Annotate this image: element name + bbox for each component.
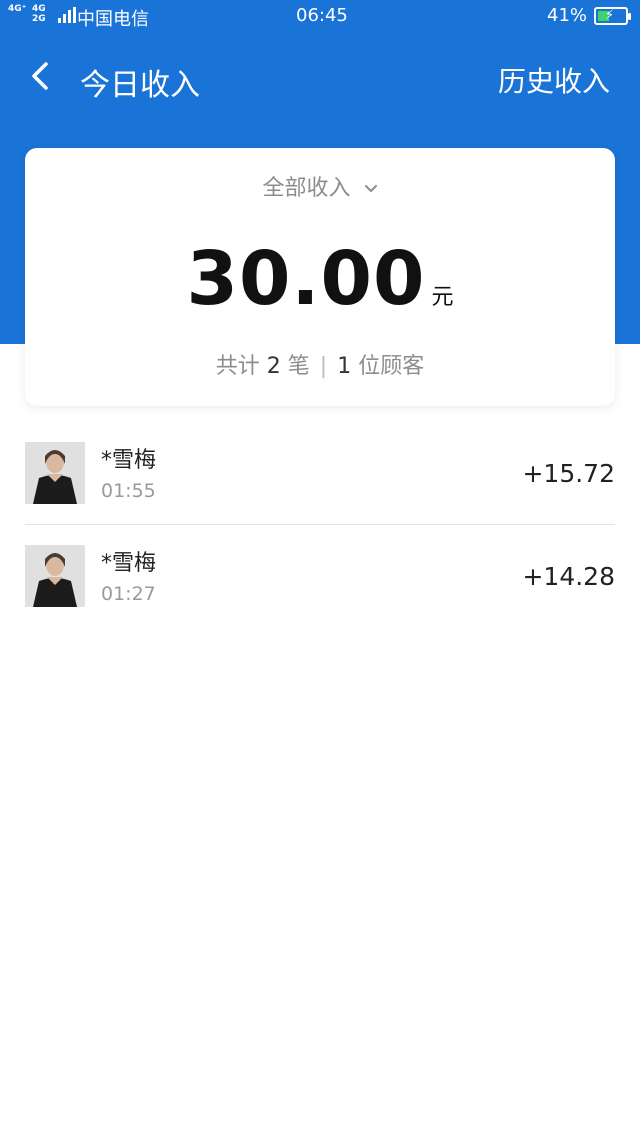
page-title: 今日收入 xyxy=(80,68,200,103)
network-type-4g-plus: 4G⁺ xyxy=(8,4,27,14)
transaction-amount: +15.72 xyxy=(522,459,615,488)
status-bar: 4G⁺ 4G 2G 中国电信 06:45 41% ⚡ xyxy=(0,0,640,32)
transaction-amount: +14.28 xyxy=(522,562,615,591)
total-amount: 30.00 元 xyxy=(25,236,615,322)
filter-label: 全部收入 xyxy=(262,176,351,201)
customer-count: 1 xyxy=(337,354,352,379)
back-button[interactable] xyxy=(24,58,60,94)
transaction-count: 2 xyxy=(266,354,281,379)
carrier-name: 中国电信 xyxy=(77,9,149,30)
customer-avatar xyxy=(25,545,85,607)
transaction-time: 01:55 xyxy=(101,480,156,502)
battery-icon: ⚡ xyxy=(594,7,631,25)
customer-name: *雪梅 xyxy=(101,551,157,576)
stats-prefix: 共计 xyxy=(215,354,260,379)
chevron-down-icon xyxy=(364,185,377,192)
status-time: 06:45 xyxy=(296,5,348,26)
battery-percent: 41% xyxy=(547,5,588,26)
charging-icon: ⚡ xyxy=(605,8,615,23)
network-type-4g: 4G xyxy=(32,4,46,14)
transaction-list: *雪梅 01:55 +15.72 *雪梅 01:27 +14.28 xyxy=(25,422,615,626)
total-amount-value: 30.00 xyxy=(186,236,426,322)
currency-unit: 元 xyxy=(431,285,454,310)
network-type-2g: 2G xyxy=(32,14,46,24)
back-arrow-icon xyxy=(32,62,48,90)
transaction-count-unit: 笔 xyxy=(287,354,310,379)
app-screen: 4G⁺ 4G 2G 中国电信 06:45 41% ⚡ 今日收入 历史收入 全部收… xyxy=(0,0,640,1138)
avatar-photo xyxy=(25,545,85,607)
network-signal: 4G⁺ 4G 2G xyxy=(8,4,76,26)
customer-count-unit: 位顾客 xyxy=(358,354,425,379)
income-filter-dropdown[interactable]: 全部收入 xyxy=(25,170,615,202)
transaction-row[interactable]: *雪梅 01:27 +14.28 xyxy=(25,524,615,626)
signal-bars-icon xyxy=(58,7,76,23)
customer-avatar xyxy=(25,442,85,504)
transaction-row[interactable]: *雪梅 01:55 +15.72 xyxy=(25,422,615,524)
income-summary-card: 全部收入 30.00 元 共计 2 笔 | 1 位顾客 xyxy=(25,148,615,406)
history-income-button[interactable]: 历史收入 xyxy=(498,60,610,100)
navigation-bar: 今日收入 历史收入 xyxy=(0,40,640,114)
avatar-photo xyxy=(25,442,85,504)
customer-name: *雪梅 xyxy=(101,448,157,473)
stats-separator: | xyxy=(319,354,328,379)
transaction-time: 01:27 xyxy=(101,583,156,605)
summary-stats: 共计 2 笔 | 1 位顾客 xyxy=(25,348,615,380)
